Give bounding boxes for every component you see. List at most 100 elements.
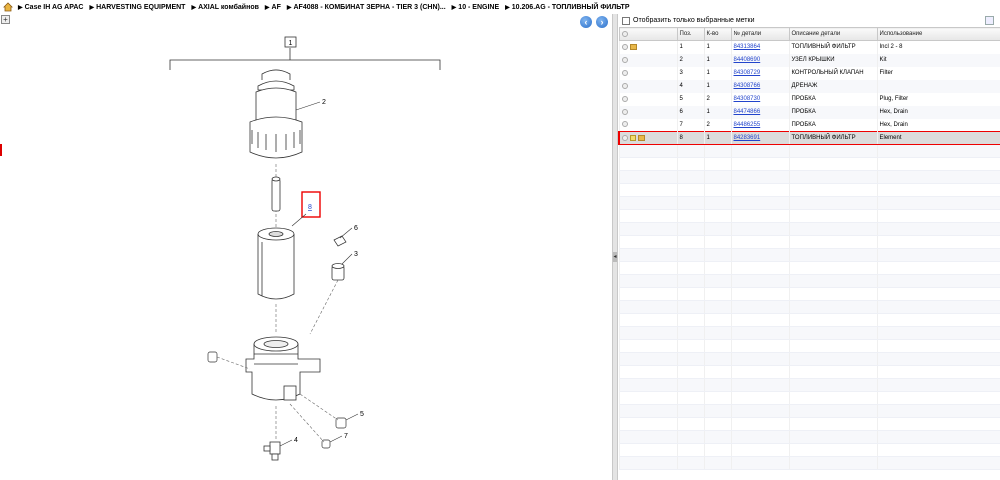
cell-part-number[interactable]: 84408690 xyxy=(730,53,789,67)
breadcrumb-item[interactable]: ▶ Case IH AG APAC xyxy=(18,4,84,11)
cover-assembly-part[interactable] xyxy=(249,69,303,159)
cell-part-number[interactable]: 84308730 xyxy=(730,92,789,106)
breadcrumb-label[interactable]: 10 - ENGINE xyxy=(458,4,499,11)
cell-part-number[interactable]: 84313864 xyxy=(730,40,789,54)
callout-4[interactable]: 4 xyxy=(294,437,298,444)
plug-6-part[interactable] xyxy=(333,235,347,247)
home-icon[interactable] xyxy=(3,2,13,12)
show-selected-label: Отобразить только выбранные метки xyxy=(633,17,755,24)
cell-pos-text: 2 xyxy=(679,57,683,63)
filter-element-part[interactable] xyxy=(257,227,295,300)
row-icons[interactable] xyxy=(618,53,677,67)
row-select-icon[interactable] xyxy=(621,108,628,115)
empty-cell xyxy=(676,300,704,314)
callout-6[interactable]: 6 xyxy=(354,225,358,232)
breadcrumb-item[interactable]: ▶ HARVESTING EQUIPMENT xyxy=(90,4,186,11)
plug-7-part[interactable] xyxy=(321,439,331,449)
row-select-icon[interactable] xyxy=(622,134,628,141)
note-icon[interactable] xyxy=(630,134,636,141)
row-select-icon[interactable] xyxy=(621,69,628,76)
table-row[interactable]: 5 2 84308730 ПРОБКА Plug, Filter xyxy=(618,92,1000,106)
callout-3[interactable]: 3 xyxy=(354,251,358,258)
callout-1[interactable]: 1 xyxy=(289,40,293,47)
header-pos[interactable]: Поз. xyxy=(676,27,705,41)
table-row[interactable]: 6 1 84474866 ПРОБКА Hex, Drain xyxy=(618,105,1000,119)
header-part-number[interactable]: № детали xyxy=(730,27,790,41)
select-all-icon[interactable] xyxy=(621,30,628,37)
export-icon[interactable] xyxy=(985,16,994,25)
row-icons[interactable] xyxy=(618,66,677,80)
empty-cell xyxy=(703,339,731,353)
breadcrumb-item[interactable]: ▶ 10 - ENGINE xyxy=(452,4,499,11)
cell-qty: 1 xyxy=(703,131,731,145)
breadcrumb-label[interactable]: 10.206.AG - ТОПЛИВНЫЙ ФИЛЬТР xyxy=(512,4,630,11)
callout-2[interactable]: 2 xyxy=(322,99,326,106)
header-usage[interactable]: Использование xyxy=(876,27,1000,41)
cell-part-number-text[interactable]: 84408690 xyxy=(734,57,761,63)
cell-pos-text: 3 xyxy=(679,70,683,76)
callout-7[interactable]: 7 xyxy=(344,433,348,440)
table-row[interactable]: 8 1 84283691 ТОПЛИВНЫЙ ФИЛЬТР Element xyxy=(618,131,1000,145)
show-selected-checkbox[interactable] xyxy=(622,16,630,25)
row-icons[interactable] xyxy=(618,40,677,54)
empty-row xyxy=(618,430,1000,444)
filter-housing-part[interactable] xyxy=(245,336,321,401)
breadcrumb-item[interactable]: ▶ AF xyxy=(265,4,281,11)
breadcrumb-item[interactable]: ▶ AF4088 - КОМБИНАТ ЗЕРНА - TIER 3 (CHN).… xyxy=(287,4,446,11)
collapse-arrow-icon[interactable]: ◂ xyxy=(613,252,617,262)
row-select-icon[interactable] xyxy=(621,82,628,89)
breadcrumb-label[interactable]: Case IH AG APAC xyxy=(25,4,84,11)
cell-part-number-text[interactable]: 84308766 xyxy=(734,83,761,89)
valve-tube-part[interactable] xyxy=(271,176,281,212)
breadcrumb-item[interactable]: ▶ AXIAL комбайнов xyxy=(191,4,258,11)
drain-part[interactable] xyxy=(263,441,281,461)
table-row[interactable]: 7 2 84486255 ПРОБКА Hex, Drain xyxy=(618,118,1000,132)
callout-8[interactable]: 8 xyxy=(308,204,312,211)
plug-left-part[interactable] xyxy=(207,351,218,363)
check-valve-part[interactable] xyxy=(331,263,345,281)
header-description[interactable]: Описание детали xyxy=(788,27,878,41)
breadcrumb-item[interactable]: ▶ 10.206.AG - ТОПЛИВНЫЙ ФИЛЬТР xyxy=(505,4,629,11)
row-icons[interactable] xyxy=(618,118,677,132)
row-icons[interactable] xyxy=(618,92,677,106)
row-icons[interactable] xyxy=(618,79,677,93)
breadcrumb-label[interactable]: AF4088 - КОМБИНАТ ЗЕРНА - TIER 3 (CHN)..… xyxy=(294,4,446,11)
breadcrumb-label[interactable]: AF xyxy=(272,4,281,11)
cell-part-number-text[interactable]: 84308729 xyxy=(734,70,761,76)
cell-part-number[interactable]: 84308766 xyxy=(730,79,789,93)
row-select-icon[interactable] xyxy=(621,121,628,128)
table-row[interactable]: 2 1 84408690 УЗЕЛ КРЫШКИ Kit xyxy=(618,53,1000,67)
cell-description: ТОПЛИВНЫЙ ФИЛЬТР xyxy=(788,40,877,54)
package-icon[interactable] xyxy=(638,134,645,141)
empty-cell xyxy=(876,196,1000,210)
cell-part-number-text[interactable]: 84308730 xyxy=(734,96,761,102)
cell-part-number[interactable]: 84486255 xyxy=(730,118,789,132)
cell-part-number-text[interactable]: 84474866 xyxy=(734,109,761,115)
empty-cell xyxy=(676,144,704,158)
empty-row xyxy=(618,404,1000,418)
row-icons[interactable] xyxy=(618,131,677,145)
empty-cell xyxy=(876,170,1000,184)
empty-cell xyxy=(618,365,677,379)
empty-row xyxy=(618,235,1000,249)
cell-part-number[interactable]: 84474866 xyxy=(730,105,789,119)
row-icons[interactable] xyxy=(618,105,677,119)
cell-part-number[interactable]: 84283691 xyxy=(730,131,789,145)
table-row[interactable]: 3 1 84308729 КОНТРОЛЬНЫЙ КЛАПАН Filter xyxy=(618,66,1000,80)
cell-part-number-text[interactable]: 84313864 xyxy=(734,44,761,50)
row-select-icon[interactable] xyxy=(621,95,628,102)
row-select-icon[interactable] xyxy=(621,56,628,63)
package-icon[interactable] xyxy=(629,43,637,50)
header-select[interactable] xyxy=(618,27,678,41)
row-select-icon[interactable] xyxy=(621,43,628,50)
cell-part-number-text[interactable]: 84283691 xyxy=(734,135,761,141)
header-qty[interactable]: К-во xyxy=(703,27,732,41)
empty-cell xyxy=(730,456,789,470)
table-row[interactable]: 1 1 84313864 ТОПЛИВНЫЙ ФИЛЬТР Incl 2 - 8 xyxy=(618,40,1000,54)
cell-part-number[interactable]: 84308729 xyxy=(730,66,789,80)
cell-part-number-text[interactable]: 84486255 xyxy=(734,122,761,128)
callout-5[interactable]: 5 xyxy=(360,411,364,418)
breadcrumb-label[interactable]: HARVESTING EQUIPMENT xyxy=(96,4,185,11)
breadcrumb-label[interactable]: AXIAL комбайнов xyxy=(198,4,259,11)
table-row[interactable]: 4 1 84308766 ДРЕНАЖ xyxy=(618,79,1000,93)
